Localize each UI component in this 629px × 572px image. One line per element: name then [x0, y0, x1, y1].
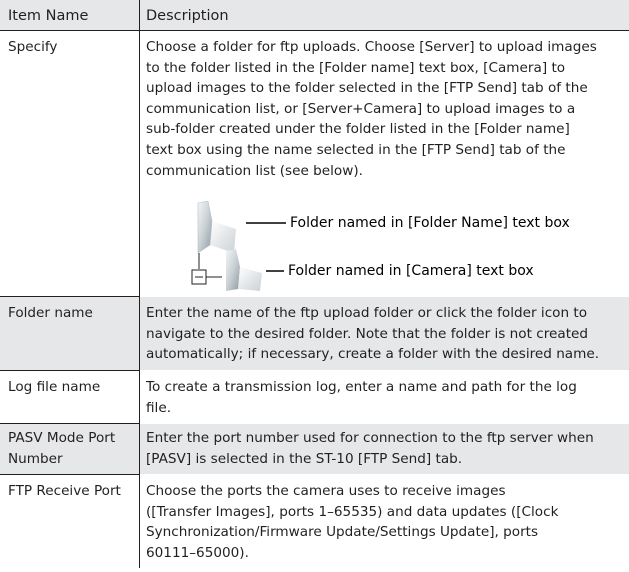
table-header-row: Item Name Description: [0, 0, 629, 30]
folder-icon: [226, 249, 262, 291]
description-line: automatically; if necessary, create a fo…: [146, 346, 600, 363]
item-description: To create a transmission log, enter a na…: [146, 377, 626, 418]
item-name: Log file name: [8, 379, 101, 395]
item-name-line: PASV Mode Port: [8, 430, 116, 446]
header-description: Description: [146, 8, 229, 24]
row-divider: [0, 30, 629, 31]
description-line: communication list, or [Server+Camera] t…: [146, 100, 576, 117]
description-line: sub-folder created under the folder list…: [146, 121, 570, 138]
description-line: 60111–65000).: [146, 544, 249, 561]
row-divider: [0, 423, 139, 424]
description-line: To create a transmission log, enter a na…: [146, 379, 577, 395]
description-line: file.: [146, 399, 172, 416]
table-row-ftp-receive-port: FTP Receive Port Choose the ports the ca…: [0, 475, 629, 570]
table-row-folder-name: Folder name Enter the name of the ftp up…: [0, 297, 629, 370]
folder-icon: [197, 200, 236, 254]
item-description: Choose a folder for ftp uploads. Choose …: [146, 37, 626, 181]
folder-name-label: Folder named in [Folder Name] text box: [290, 215, 570, 231]
folder-structure-diagram: Folder named in [Folder Name] text box F…: [146, 200, 626, 291]
item-name: FTP Receive Port: [8, 483, 121, 499]
description-line: Choose a folder for ftp uploads. Choose …: [146, 39, 597, 55]
description-line: to the folder listed in the [Folder name…: [146, 59, 566, 76]
item-name: Folder name: [8, 305, 93, 321]
description-line: communication list (see below).: [146, 162, 363, 179]
row-divider: [0, 296, 139, 297]
item-name-line: Number: [8, 450, 63, 467]
collapse-box-icon: [191, 269, 207, 285]
item-description: Choose the ports the camera uses to rece…: [146, 481, 626, 563]
row-divider: [0, 474, 139, 475]
table-row-log-file-name: Log file name To create a transmission l…: [0, 371, 629, 423]
item-name: Specify: [8, 39, 58, 55]
item-description: Enter the port number used for connectio…: [146, 428, 626, 469]
camera-folder-label: Folder named in [Camera] text box: [288, 263, 534, 279]
table-row-pasv-mode-port-number: PASV Mode Port Number Enter the port num…: [0, 424, 629, 474]
row-divider: [0, 370, 139, 371]
column-divider: [139, 0, 140, 568]
description-line: navigate to the desired folder. Note tha…: [146, 325, 589, 342]
description-line: Enter the port number used for connectio…: [146, 430, 594, 446]
description-line: Synchronization/Firmware Update/Settings…: [146, 524, 539, 541]
description-line: Choose the ports the camera uses to rece…: [146, 483, 506, 499]
description-line: upload images to the folder selected in …: [146, 80, 588, 97]
header-item-name: Item Name: [8, 8, 89, 24]
item-name: PASV Mode Port Number: [8, 428, 138, 469]
description-line: Enter the name of the ftp upload folder …: [146, 305, 588, 321]
description-line: ([Transfer Images], ports 1–65535) and d…: [146, 503, 559, 520]
description-line: [PASV] is selected in the ST-10 [FTP Sen…: [146, 450, 463, 467]
item-description: Enter the name of the ftp upload folder …: [146, 303, 626, 365]
description-line: text box using the name selected in the …: [146, 141, 566, 158]
